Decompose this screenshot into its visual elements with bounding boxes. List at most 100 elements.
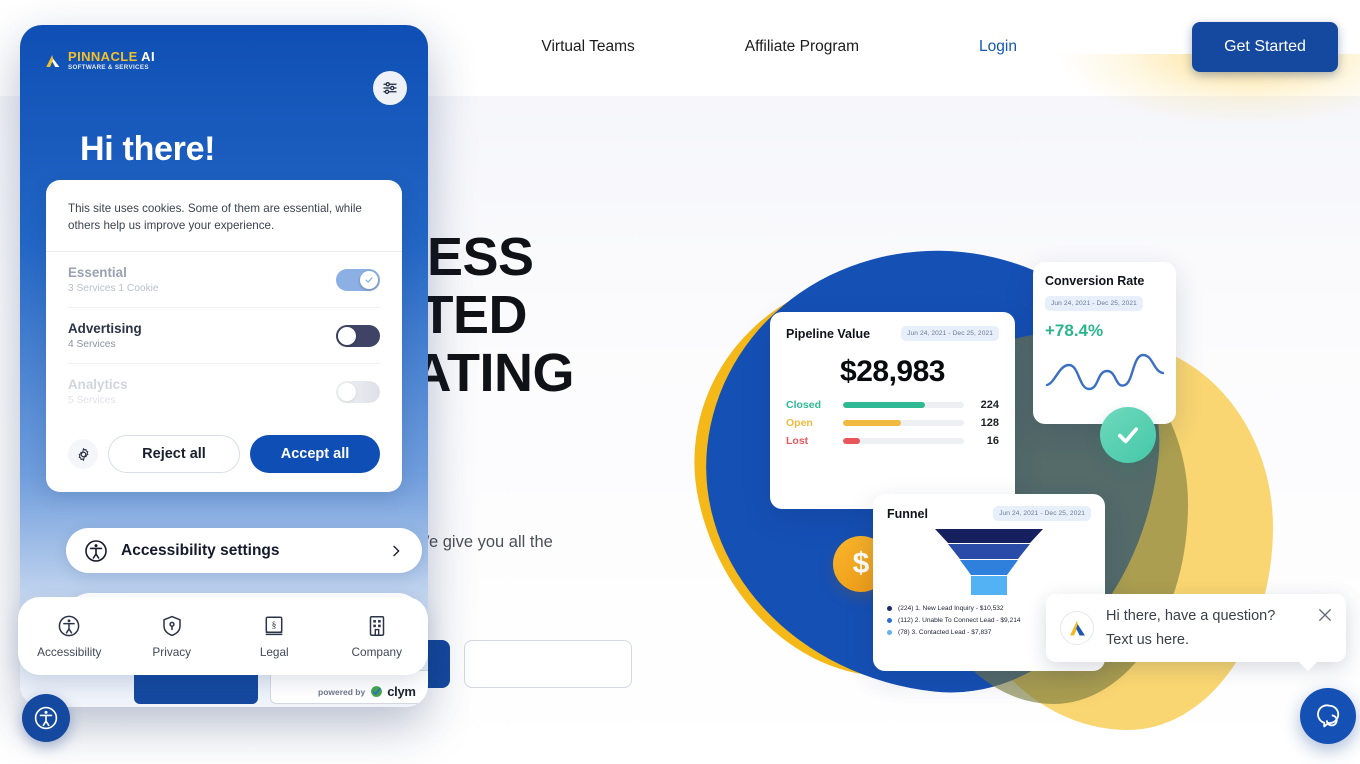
pipeline-stat-open-value: 128 [980,417,999,429]
chevron-right-icon [393,545,400,556]
consent-preferences-button[interactable] [373,71,407,105]
cookie-description: This site uses cookies. Some of them are… [46,180,402,252]
cookie-category-essential-name: Essential [68,265,127,280]
nav-link-virtual-teams[interactable]: Virtual Teams [541,38,634,56]
nav-link-login[interactable]: Login [979,38,1017,56]
powered-by-clym[interactable]: powered by clym [318,684,416,699]
accessibility-icon [58,615,80,636]
chat-message-line-2: Text us here. [1106,632,1190,648]
get-started-button[interactable]: Get Started [1192,22,1338,72]
consent-brand-tagline: SOFTWARE & SERVICES [68,64,149,71]
occluded-primary-button [134,670,258,704]
quick-link-privacy-label: Privacy [152,644,192,659]
chat-bubbles-icon [1317,704,1340,728]
check-icon [1117,427,1139,444]
check-icon [365,276,373,283]
pipeline-stat-open: Open 128 [786,417,999,429]
pinnacle-logo-icon [1069,620,1085,635]
pipeline-stat-lost-value: 16 [986,435,999,447]
cookie-settings-gear-button[interactable] [68,439,98,469]
chat-message: Hi there, have a question? Text us here. [1106,604,1275,652]
conversion-sparkline [1045,353,1165,391]
pinnacle-logo-icon [46,54,60,67]
pipeline-value-card: Pipeline Value Jun 24, 2021 - Dec 25, 20… [770,312,1015,509]
cookie-toggle-advertising-knob [338,326,356,345]
conversion-card-title: Conversion Rate [1045,274,1145,288]
cookie-category-essential-sub: 3 Services 1 Cookie [68,283,159,294]
law-book-icon: § [265,615,283,635]
quick-link-company[interactable]: Company [326,614,429,659]
chat-close-icon[interactable] [1316,606,1334,624]
pipeline-stat-open-label: Open [786,417,813,429]
quick-link-accessibility-label: Accessibility [37,644,102,659]
pipeline-stat-lost-track [843,438,964,444]
reject-all-button[interactable]: Reject all [108,435,240,473]
quick-link-company-label: Company [351,644,403,659]
accept-all-button[interactable]: Accept all [250,435,380,473]
quick-link-legal[interactable]: § Legal [223,614,326,659]
nav-link-affiliate-program[interactable]: Affiliate Program [745,38,859,56]
cookie-category-list: Essential 3 Services 1 Cookie Advertisin… [46,252,402,419]
accessibility-settings-row[interactable]: Accessibility settings [66,528,422,573]
cookie-category-essential: Essential 3 Services 1 Cookie [68,252,380,308]
hero-illustration: Pipeline Value Jun 24, 2021 - Dec 25, 20… [660,227,1288,744]
cookie-toggle-analytics-knob [338,382,356,401]
quick-link-legal-label: Legal [259,644,289,659]
cookie-toggle-essential-knob [360,270,378,289]
cookie-category-advertising-sub: 4 Services [68,339,116,350]
shield-key-icon [163,615,181,636]
cookie-toggle-analytics[interactable] [336,380,380,403]
cookie-category-analytics-text: Analytics 5 Services [68,377,128,406]
chat-launcher-button[interactable] [1300,688,1356,744]
pipeline-date-range: Jun 24, 2021 - Dec 25, 2021 [901,326,999,341]
pipeline-stat-closed-label: Closed [786,399,822,411]
pipeline-value-amount: $28,983 [840,355,945,388]
quick-link-privacy[interactable]: Privacy [121,614,224,659]
cookie-toggle-advertising[interactable] [336,324,380,347]
quick-link-accessibility[interactable]: Accessibility [18,614,121,659]
cookie-preferences-card: This site uses cookies. Some of them are… [46,180,402,492]
powered-by-brand: clym [387,684,416,699]
chat-prompt-bubble[interactable]: Hi there, have a question? Text us here. [1046,594,1346,671]
cookie-category-advertising-name: Advertising [68,321,142,336]
chat-brand-avatar [1060,611,1094,645]
cookie-category-analytics: Analytics 5 Services [68,364,380,419]
cookie-category-analytics-name: Analytics [68,377,128,392]
consent-brand-wordmark: PINNACLE AI SOFTWARE & SERVICES [68,50,155,71]
funnel-legend-text-1: (224) 1. New Lead Inquiry - $10,532 [898,605,1004,612]
pipeline-stat-closed: Closed 224 [786,399,999,411]
pipeline-stat-closed-value: 224 [980,399,999,411]
conversion-rate-value: +78.4% [1045,321,1104,340]
accessibility-fab-button[interactable] [22,694,70,742]
pipeline-stat-lost-label: Lost [786,435,809,447]
clym-quick-links-bar: Accessibility Privacy § Legal Company [18,597,428,675]
accessibility-settings-label: Accessibility settings [121,541,280,559]
page-root: Platform Pricing Virtual Teams Affiliate… [0,0,1360,764]
pipeline-card-title: Pipeline Value [786,326,871,341]
svg-text:§: § [272,621,277,631]
cookie-category-advertising: Advertising 4 Services [68,308,380,364]
chat-message-line-1: Hi there, have a question? [1106,608,1276,624]
funnel-card-header: Funnel Jun 24, 2021 - Dec 25, 2021 [887,506,1091,521]
consent-greeting: Hi there! [80,130,216,168]
conversion-rate-card: Conversion Rate Jun 24, 2021 - Dec 25, 2… [1033,262,1176,424]
funnel-graphic [935,529,1043,595]
consent-brand-name: PINNACLE AI [68,49,155,64]
funnel-card-title: Funnel [887,506,928,521]
accessibility-icon [85,539,107,562]
funnel-legend-text-3: (78) 3. Contacted Lead - $7,837 [898,629,992,636]
pipeline-stat-lost: Lost 16 [786,435,999,447]
consent-brand-logo: PINNACLE AI SOFTWARE & SERVICES [44,50,155,71]
powered-by-text: powered by [318,686,366,697]
funnel-legend-text-2: (112) 2. Unable To Connect Lead - $9,214 [898,617,1021,624]
success-check-badge [1100,407,1156,463]
cookie-actions: Reject all Accept all [46,419,402,492]
pipeline-stat-open-track [843,420,964,426]
cookie-category-essential-text: Essential 3 Services 1 Cookie [68,265,159,294]
hero-secondary-button[interactable] [464,640,632,688]
pipeline-card-header: Pipeline Value Jun 24, 2021 - Dec 25, 20… [786,326,999,341]
cookie-toggle-essential[interactable] [336,268,380,291]
accessibility-icon [34,706,58,730]
pipeline-stat-closed-track [843,402,964,408]
cookie-category-analytics-sub: 5 Services [68,395,116,406]
